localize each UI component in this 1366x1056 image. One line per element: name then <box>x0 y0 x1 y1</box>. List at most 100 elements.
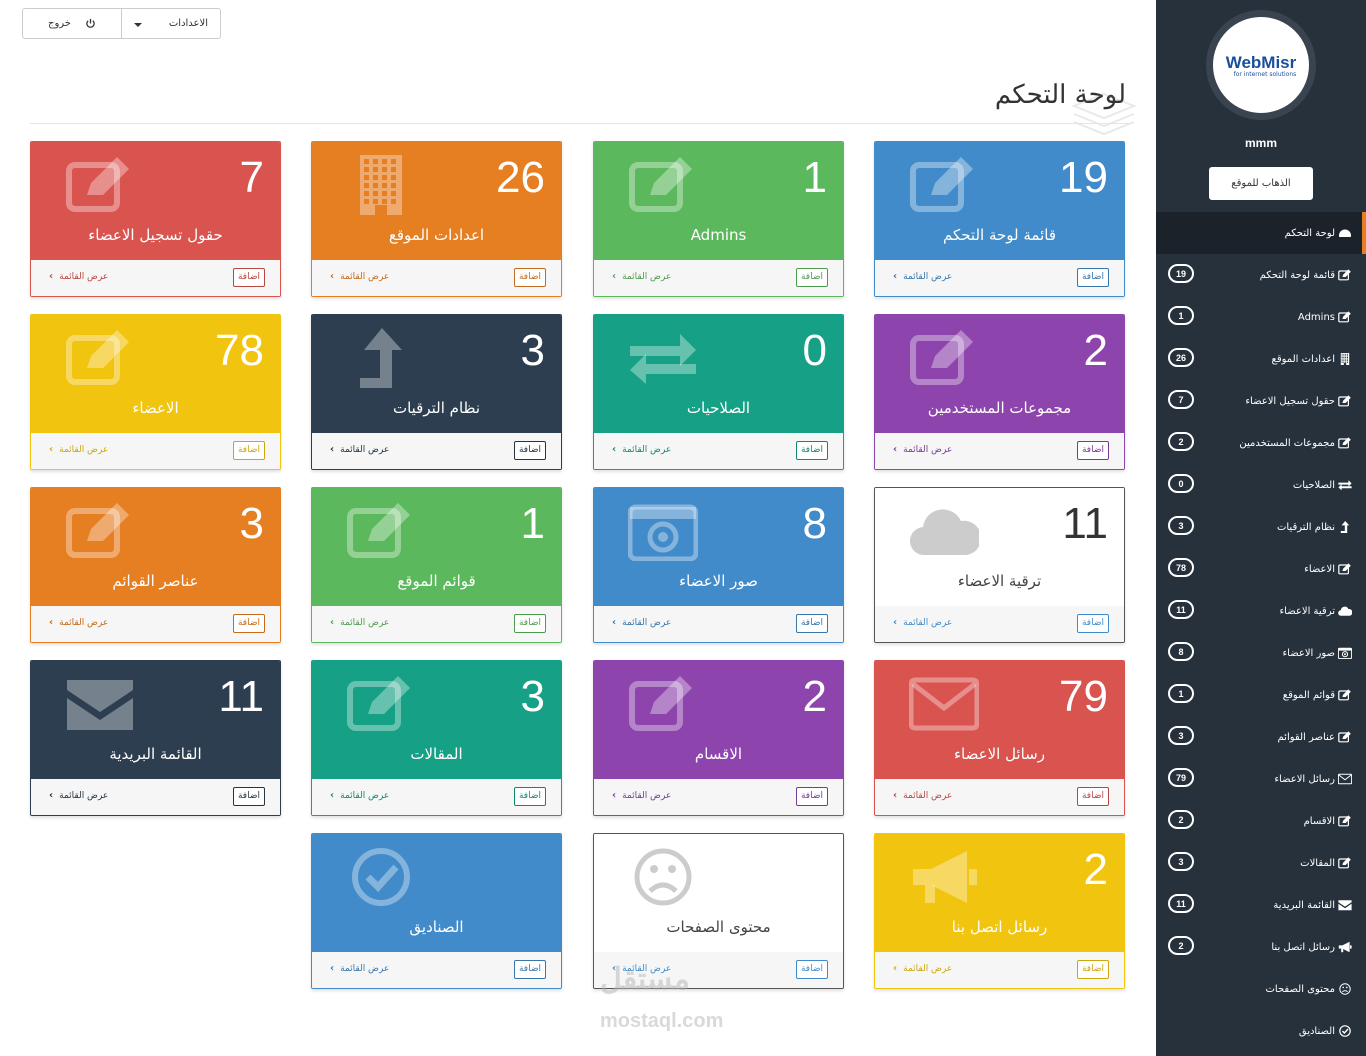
chevron-left-icon: ‹ <box>330 444 335 455</box>
dashboard-card: 78 الاعضاء اضافة ‹ عرض القائمة <box>30 314 281 470</box>
add-button[interactable]: اضافة <box>1076 787 1109 806</box>
add-button[interactable]: اضافة <box>1076 268 1109 287</box>
view-list-link[interactable]: ‹ عرض القائمة <box>612 617 671 628</box>
card-count: 3 <box>239 499 264 548</box>
sidebar-item[interactable]: 26 اعدادات الموقع <box>1156 338 1366 380</box>
view-list-link[interactable]: ‹ عرض القائمة <box>893 790 952 801</box>
add-button[interactable]: اضافة <box>795 614 828 633</box>
sidebar-item[interactable]: 2 رسائل اتصل بنا <box>1156 926 1366 968</box>
card-footer: اضافة ‹ عرض القائمة <box>875 433 1124 469</box>
sidebar-item-label: Admins <box>1297 311 1335 323</box>
card-count: 8 <box>802 499 827 548</box>
sidebar-item[interactable]: 11 القائمة البريدية <box>1156 884 1366 926</box>
sidebar-item[interactable]: لوحة التحكم <box>1156 212 1366 254</box>
view-list-link[interactable]: ‹ عرض القائمة <box>49 617 108 628</box>
add-button[interactable]: اضافة <box>513 268 546 287</box>
dashboard-card: 2 مجموعات المستخدمين اضافة ‹ عرض القائمة <box>874 314 1125 470</box>
view-list-link[interactable]: ‹ عرض القائمة <box>893 271 952 282</box>
add-button[interactable]: اضافة <box>795 787 828 806</box>
card-label: ترقية الاعضاء <box>957 572 1042 590</box>
view-list-link[interactable]: ‹ عرض القائمة <box>330 963 389 974</box>
dashboard-card: الصناديق اضافة ‹ عرض القائمة <box>311 833 562 989</box>
dashboard-card: 11 ترقية الاعضاء اضافة ‹ عرض القائمة <box>874 487 1125 643</box>
add-button[interactable]: اضافة <box>232 441 265 460</box>
view-list-link[interactable]: ‹ عرض القائمة <box>893 444 952 455</box>
sidebar-item-label: الاقسام <box>1303 815 1335 827</box>
add-button[interactable]: اضافة <box>795 268 828 287</box>
add-button[interactable]: اضافة <box>513 441 546 460</box>
add-button[interactable]: اضافة <box>513 787 546 806</box>
sidebar-item[interactable]: 1 Admins <box>1156 296 1366 338</box>
sidebar-item[interactable]: 2 الاقسام <box>1156 800 1366 842</box>
sidebar-item[interactable]: 19 قائمة لوحة التحكم <box>1156 254 1366 296</box>
card-footer: اضافة ‹ عرض القائمة <box>312 260 561 296</box>
view-list-link[interactable]: ‹ عرض القائمة <box>612 271 671 282</box>
add-button[interactable]: اضافة <box>513 960 546 979</box>
view-list-link[interactable]: ‹ عرض القائمة <box>330 444 389 455</box>
sidebar-item[interactable]: 79 رسائل الاعضاء <box>1156 758 1366 800</box>
card-header: 2 رسائل اتصل بنا <box>875 834 1124 952</box>
sidebar-item[interactable]: 1 قوائم الموقع <box>1156 674 1366 716</box>
sidebar-item[interactable]: 3 عناصر القوائم <box>1156 716 1366 758</box>
sidebar-item[interactable]: 78 الاعضاء <box>1156 548 1366 590</box>
sidebar-item[interactable]: 2 مجموعات المستخدمين <box>1156 422 1366 464</box>
sidebar-badge: 19 <box>1168 264 1194 283</box>
card-label: رسائل الاعضاء <box>954 745 1045 763</box>
sidebar-item[interactable]: 8 صور الاعضاء <box>1156 632 1366 674</box>
view-list-link[interactable]: ‹ عرض القائمة <box>330 271 389 282</box>
chevron-left-icon: ‹ <box>330 963 335 974</box>
dashboard-card: 11 القائمة البريدية اضافة ‹ عرض القائمة <box>30 660 281 816</box>
card-label: الاعضاء <box>132 399 179 417</box>
sidebar-item-label: رسائل اتصل بنا <box>1271 941 1335 953</box>
sidebar-item[interactable]: 7 حقول تسجيل الاعضاء <box>1156 380 1366 422</box>
check-circle-icon <box>1338 1024 1352 1038</box>
card-label: مجموعات المستخدمين <box>927 399 1072 417</box>
card-header: 1 Admins <box>594 142 843 260</box>
view-list-label: عرض القائمة <box>903 617 953 628</box>
sidebar-item[interactable]: محتوى الصفحات <box>1156 968 1366 1010</box>
card-label: حقول تسجيل الاعضاء <box>88 226 223 244</box>
card-header: 2 الاقسام <box>594 661 843 779</box>
view-list-link[interactable]: ‹ عرض القائمة <box>330 617 389 628</box>
sidebar-item-label: نظام الترقيات <box>1276 521 1335 533</box>
view-list-link[interactable]: ‹ عرض القائمة <box>612 790 671 801</box>
add-button[interactable]: اضافة <box>232 268 265 287</box>
view-list-link[interactable]: ‹ عرض القائمة <box>49 271 108 282</box>
card-count: 19 <box>1059 153 1108 202</box>
sidebar-item[interactable]: 3 المقالات <box>1156 842 1366 884</box>
add-button[interactable]: اضافة <box>1076 960 1109 979</box>
sidebar-item[interactable]: 0 الصلاحيات <box>1156 464 1366 506</box>
chevron-left-icon: ‹ <box>49 790 54 801</box>
sidebar-item[interactable]: 3 نظام الترقيات <box>1156 506 1366 548</box>
view-list-link[interactable]: ‹ عرض القائمة <box>893 617 952 628</box>
add-button[interactable]: اضافة <box>232 787 265 806</box>
card-count: 1 <box>520 499 545 548</box>
card-header: 8 صور الاعضاء <box>594 488 843 606</box>
layers-icon <box>1072 92 1136 136</box>
view-list-link[interactable]: ‹ عرض القائمة <box>330 790 389 801</box>
add-button[interactable]: اضافة <box>513 614 546 633</box>
add-button[interactable]: اضافة <box>795 960 828 979</box>
add-button[interactable]: اضافة <box>232 614 265 633</box>
edit-icon <box>909 155 979 215</box>
view-list-link[interactable]: ‹ عرض القائمة <box>49 790 108 801</box>
goto-site-button[interactable]: الذهاب للموقع <box>1209 167 1313 200</box>
view-list-link[interactable]: ‹ عرض القائمة <box>612 444 671 455</box>
sidebar-badge: 1 <box>1168 306 1194 325</box>
card-footer: اضافة ‹ عرض القائمة <box>594 606 843 642</box>
logout-button[interactable]: خروج <box>23 9 122 38</box>
add-button[interactable]: اضافة <box>795 441 828 460</box>
card-header: محتوى الصفحات <box>594 834 843 952</box>
dashboard-card: 0 الصلاحيات اضافة ‹ عرض القائمة <box>593 314 844 470</box>
sidebar-badge: 2 <box>1168 936 1194 955</box>
settings-dropdown[interactable]: الاعدادات <box>122 9 220 38</box>
add-button[interactable]: اضافة <box>1076 614 1109 633</box>
chevron-left-icon: ‹ <box>612 790 617 801</box>
view-list-link[interactable]: ‹ عرض القائمة <box>893 963 952 974</box>
card-label: الاقسام <box>694 745 743 763</box>
dashboard-card: 79 رسائل الاعضاء اضافة ‹ عرض القائمة <box>874 660 1125 816</box>
sidebar-item[interactable]: 11 ترقية الاعضاء <box>1156 590 1366 632</box>
view-list-link[interactable]: ‹ عرض القائمة <box>49 444 108 455</box>
add-button[interactable]: اضافة <box>1076 441 1109 460</box>
sidebar-item[interactable]: الصناديق <box>1156 1010 1366 1052</box>
